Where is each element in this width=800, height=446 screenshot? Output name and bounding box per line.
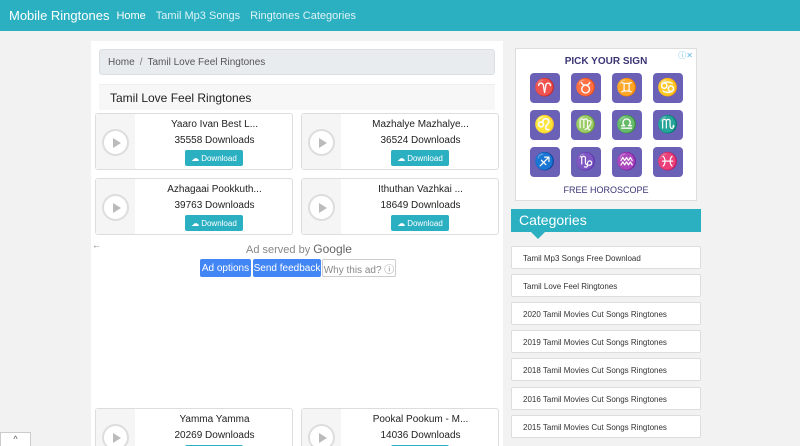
horoscope-heading: PICK YOUR SIGN [564,56,648,67]
download-count: 18649 Downloads [380,200,461,211]
horoscope-footer: FREE HOROSCOPE [563,185,649,195]
ringtone-card: Azhagaai Pookkuth... 39763 Downloads ☁ Do… [95,178,293,235]
cloud-download-icon: ☁ [397,153,406,163]
back-arrow-icon[interactable]: ← [92,240,101,250]
play-icon[interactable] [102,424,129,446]
category-item[interactable]: 2016 Tamil Movies Cut Songs Ringtones [511,387,701,410]
why-this-ad-button[interactable]: Why this ad? ⓘ [322,259,396,277]
ringtone-card: Yaaro Ivan Best L... 35558 Downloads ☁ Do… [95,113,293,170]
download-label: Download [201,218,237,228]
cancer-icon[interactable]: ♋ [653,73,683,103]
brand-link[interactable]: Mobile Ringtones [9,8,109,23]
breadcrumb-current: Tamil Love Feel Ringtones [147,56,266,68]
cloud-download-icon: ☁ [191,153,200,163]
header-notch [531,232,545,239]
pisces-icon[interactable]: ♓ [653,147,683,177]
play-icon[interactable] [102,194,129,221]
play-icon[interactable] [308,194,335,221]
category-item[interactable]: 2019 Tamil Movies Cut Songs Ringtones [511,330,701,353]
ringtone-card: Ithuthan Vazhkai ... 18649 Downloads ☁ Do… [301,178,499,235]
libra-icon[interactable]: ♎ [612,110,642,140]
ringtone-name[interactable]: Mazhalye Mazhalye... [341,119,500,130]
aquarius-icon[interactable]: ♒ [612,147,642,177]
download-button[interactable]: ☁Download [185,215,243,231]
ringtone-name[interactable]: Azhagaai Pookkuth... [135,184,294,195]
category-item[interactable]: Tamil Mp3 Songs Free Download [511,246,701,269]
cloud-download-icon: ☁ [191,218,200,228]
nav-home[interactable]: Home [116,10,145,22]
breadcrumb-home[interactable]: Home [108,57,135,68]
ringtone-name[interactable]: Ithuthan Vazhkai ... [341,184,500,195]
top-navbar: Mobile Ringtones Home Tamil Mp3 Songs Ri… [0,0,800,31]
send-feedback-button[interactable]: Send feedback [253,259,321,277]
ringtone-name[interactable]: Yamma Yamma [135,414,294,425]
sagittarius-icon[interactable]: ♐ [530,147,560,177]
download-count: 35558 Downloads [174,135,255,146]
play-icon[interactable] [308,129,335,156]
download-count: 39763 Downloads [174,200,255,211]
cloud-download-icon: ☁ [397,218,406,228]
virgo-icon[interactable]: ♍ [571,110,601,140]
ad-served-text: Ad served by [246,244,311,256]
gemini-icon[interactable]: ♊ [612,73,642,103]
download-count: 36524 Downloads [380,135,461,146]
google-logo: Google [313,242,352,256]
download-label: Download [407,218,443,228]
leo-icon[interactable]: ♌ [530,110,560,140]
breadcrumb-separator: / [139,56,143,68]
ringtone-card: Pookal Pookum - M... 14036 Downloads ☁Do… [301,408,499,446]
nav-tamil-mp3-songs[interactable]: Tamil Mp3 Songs [156,10,240,22]
download-count: 20269 Downloads [174,430,255,441]
scroll-to-top-icon[interactable]: ^ [0,432,31,446]
download-count: 14036 Downloads [380,430,461,441]
page-title: Tamil Love Feel Ringtones [99,84,495,110]
capricorn-icon[interactable]: ♑ [571,147,601,177]
ad-options-button[interactable]: Ad options [200,259,251,277]
download-label: Download [201,153,237,163]
taurus-icon[interactable]: ♉ [571,73,601,103]
aries-icon[interactable]: ♈ [530,73,560,103]
download-button[interactable]: ☁Download [185,150,243,166]
horoscope-ad[interactable]: ⓘ✕ PICK YOUR SIGN ♈ ♉ ♊ ♋ ♌ ♍ ♎ ♏ ♐ ♑ ♒ … [515,48,697,201]
nav-ringtones-categories[interactable]: Ringtones Categories [250,10,356,22]
ringtone-card: Yamma Yamma 20269 Downloads ☁Download [95,408,293,446]
download-button[interactable]: ☁Download [391,150,449,166]
download-label: Download [407,153,443,163]
play-icon[interactable] [308,424,335,446]
download-button[interactable]: ☁Download [391,215,449,231]
ringtone-name[interactable]: Pookal Pookum - M... [341,414,500,425]
breadcrumb: Home / Tamil Love Feel Ringtones [99,49,495,75]
ad-served-by: Ad served by Google [246,242,352,256]
scorpio-icon[interactable]: ♏ [653,110,683,140]
categories-title: Categories [519,212,587,228]
category-item[interactable]: 2015 Tamil Movies Cut Songs Ringtones [511,415,701,438]
ringtone-card: Mazhalye Mazhalye... 36524 Downloads ☁ Do… [301,113,499,170]
category-item[interactable]: 2020 Tamil Movies Cut Songs Ringtones [511,302,701,325]
category-item[interactable]: Tamil Love Feel Ringtones [511,274,701,297]
play-icon[interactable] [102,129,129,156]
ringtone-name[interactable]: Yaaro Ivan Best L... [135,119,294,130]
category-item[interactable]: 2018 Tamil Movies Cut Songs Ringtones [511,358,701,381]
categories-header: Categories [511,209,701,239]
